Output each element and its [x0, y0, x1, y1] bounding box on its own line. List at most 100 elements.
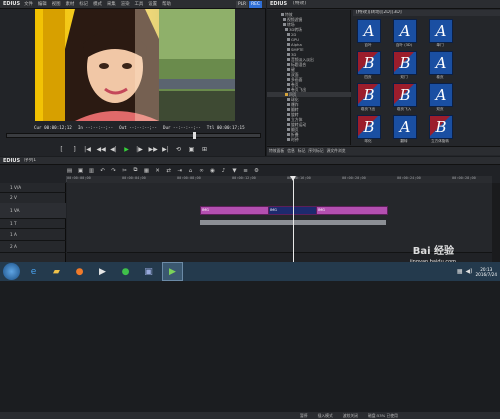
settings-icon[interactable]: ⚙ — [253, 168, 260, 174]
effect-thumb[interactable]: A — [429, 51, 453, 75]
menu-settings[interactable]: 设置 — [148, 1, 157, 7]
go-start-button[interactable]: |◀ — [84, 146, 92, 153]
bin-app-logo: EDIUS — [270, 1, 288, 7]
menu-capture[interactable]: 采集 — [107, 1, 116, 7]
menu-tools[interactable]: 工具 — [134, 1, 143, 7]
timeline-clip[interactable]: IMG — [200, 206, 270, 215]
sequence-name: 序列1 — [24, 157, 37, 163]
audio-icon[interactable]: ♪ — [220, 168, 227, 174]
rewind-button[interactable]: ◀◀ — [97, 146, 106, 153]
current-timecode: Cur 00:00:12;12 — [34, 124, 72, 130]
edius-taskbar-icon[interactable]: ▶ — [162, 262, 183, 281]
effect-thumb[interactable]: A — [429, 19, 453, 43]
menu-mode[interactable]: 模式 — [93, 1, 102, 7]
in-timecode: In --:--:--;-- — [77, 124, 114, 130]
step-forward-button[interactable]: |▶ — [136, 146, 144, 153]
tab-sequence-markers[interactable]: 序列标记 — [308, 148, 323, 154]
ruler-tick: 00:00:12;00 — [232, 176, 256, 180]
render-icon[interactable]: ◉ — [209, 168, 216, 174]
menu-render[interactable]: 渲染 — [121, 1, 130, 7]
redo-icon[interactable]: ↷ — [110, 168, 117, 174]
effect-thumb[interactable]: B — [357, 115, 381, 139]
insert-mode-icon[interactable]: ⇥ — [176, 168, 183, 174]
effect-thumb[interactable]: B — [393, 51, 417, 75]
start-button[interactable] — [3, 263, 20, 280]
mixer-icon[interactable]: ≡ — [242, 168, 249, 174]
play-button[interactable]: ▶ — [123, 146, 131, 153]
effect-thumb[interactable]: B — [429, 115, 453, 139]
plr-mode-button[interactable]: PLR — [235, 1, 249, 8]
go-end-button[interactable]: ▶| — [162, 146, 170, 153]
track-lane[interactable]: IMG IMG IMG — [67, 203, 492, 219]
menu-view[interactable]: 视图 — [52, 1, 61, 7]
effects-tab-label[interactable]: [特效] — [293, 1, 306, 7]
copy-icon[interactable]: ⧉ — [132, 167, 139, 174]
timeline-scrollbar[interactable] — [492, 183, 500, 262]
tab-info[interactable]: 信息 — [287, 148, 295, 154]
undo-icon[interactable]: ↶ — [99, 168, 106, 174]
menu-help[interactable]: 帮助 — [162, 1, 171, 7]
tab-source-browser[interactable]: 源文件浏览 — [327, 148, 346, 154]
ruler-tick: 00:00:04;00 — [122, 176, 146, 180]
folder-icon[interactable]: ▰ — [47, 263, 66, 280]
effect-thumb[interactable]: A — [393, 19, 417, 43]
effect-thumb[interactable]: A — [429, 83, 453, 107]
paste-icon[interactable]: ▦ — [143, 168, 150, 174]
cut-icon[interactable]: ✂ — [121, 168, 128, 174]
tab-effects[interactable]: 特效面板 — [269, 148, 284, 154]
track-header[interactable]: 1 VA — [0, 203, 66, 219]
tree-item[interactable]: 时钟 — [267, 137, 351, 142]
track-header[interactable]: 2 A — [0, 240, 66, 253]
menu-edit[interactable]: 编辑 — [38, 1, 47, 7]
media-player-icon[interactable]: ▶ — [93, 263, 112, 280]
scrub-bar[interactable] — [6, 132, 261, 139]
time-ruler[interactable]: 00:00:00;00 00:00:04;00 00:00:08;00 00:0… — [67, 176, 492, 183]
ie-icon[interactable]: e — [24, 263, 43, 280]
loop-button[interactable]: ⟲ — [175, 146, 183, 153]
timeline-clip[interactable]: IMG — [316, 206, 388, 215]
snap-icon[interactable]: ⌂ — [187, 168, 194, 174]
player-menubar: EDIUS 文件 编辑 视图 素材 标记 模式 采集 渲染 工具 设置 帮助 P… — [0, 0, 266, 9]
effect-label: 球化 — [364, 139, 372, 143]
image-viewer-icon[interactable]: ▣ — [139, 263, 158, 280]
track-headers: 1 V/A 2 V 1 VA 1 T 1 A 2 A — [0, 183, 66, 262]
clock[interactable]: 20:13 2016/7/24 — [476, 267, 497, 277]
mark-out-button[interactable]: ] — [71, 146, 79, 153]
effect-label: 卷页飞入 — [396, 107, 412, 111]
menu-marker[interactable]: 标记 — [79, 1, 88, 7]
playhead-line[interactable] — [293, 176, 294, 262]
step-back-button[interactable]: ◀| — [110, 146, 118, 153]
scrub-handle[interactable] — [193, 132, 196, 139]
new-sequence-icon[interactable]: ▤ — [66, 168, 73, 174]
rec-mode-button[interactable]: REC — [249, 1, 262, 8]
insert-button[interactable]: ▣ — [188, 146, 196, 153]
effects-panel: EDIUS [特效] 特效 视频滤镜 转场 3D转场 2D GPU Alpha … — [267, 0, 500, 156]
link-icon[interactable]: ∞ — [198, 168, 205, 174]
effect-thumb[interactable]: B — [357, 83, 381, 107]
preview-screen[interactable] — [35, 9, 235, 121]
firefox-icon[interactable]: ● — [70, 263, 89, 280]
tab-markers[interactable]: 标记 — [298, 148, 306, 154]
open-icon[interactable]: ▣ — [77, 168, 84, 174]
ripple-icon[interactable]: ⇄ — [165, 168, 172, 174]
effect-thumb[interactable]: B — [393, 83, 417, 107]
marker-icon[interactable]: ▼ — [231, 168, 238, 174]
save-icon[interactable]: ▥ — [88, 168, 95, 174]
delete-icon[interactable]: ✕ — [154, 168, 161, 174]
mark-in-button[interactable]: [ — [58, 146, 66, 153]
duration-timecode: Dur --:--:--;-- — [162, 124, 201, 130]
effect-thumb[interactable]: A — [357, 19, 381, 43]
effect-label: 卷页 — [436, 75, 444, 79]
overwrite-button[interactable]: ⊞ — [201, 146, 209, 153]
taskbar: e ▰ ● ▶ ● ▣ ▶ ▦ ◀) 20:13 2016/7/24 — [0, 262, 500, 281]
menu-clip[interactable]: 素材 — [65, 1, 74, 7]
timecode-row: Cur 00:00:12;12 In --:--:--;-- Out --:--… — [0, 123, 266, 131]
volume-icon[interactable]: ◀) — [466, 268, 473, 275]
fast-forward-button[interactable]: ▶▶ — [149, 146, 158, 153]
effect-thumb[interactable]: B — [357, 51, 381, 75]
menu-file[interactable]: 文件 — [24, 1, 33, 7]
network-icon[interactable]: ▦ — [457, 268, 463, 275]
effect-thumb[interactable]: A — [393, 115, 417, 139]
status-playback: 暂停 — [300, 412, 308, 418]
browser-360-icon[interactable]: ● — [116, 263, 135, 280]
